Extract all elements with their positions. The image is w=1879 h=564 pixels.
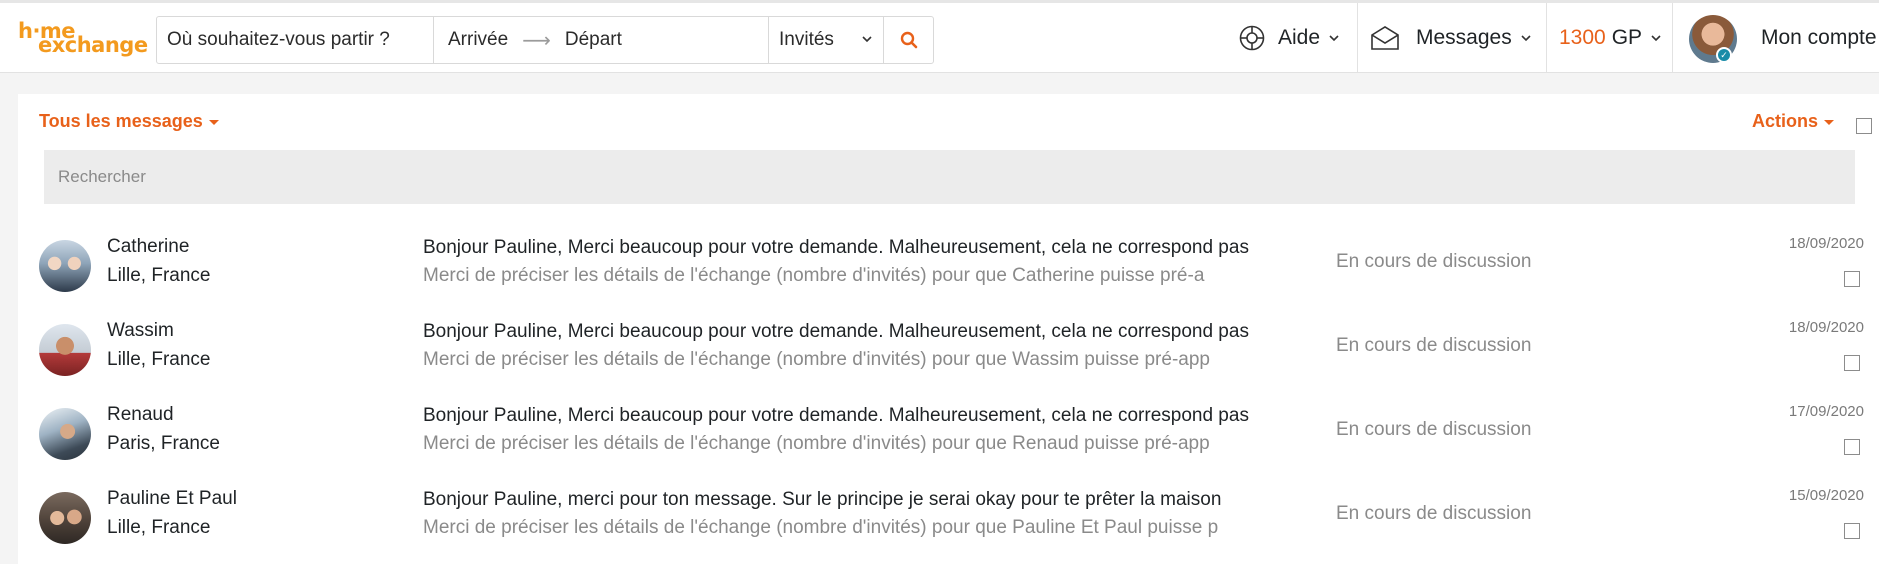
contact-name: Pauline Et Paul bbox=[107, 488, 237, 509]
caret-down-icon bbox=[1824, 119, 1835, 125]
message-note: Merci de préciser les détails de l'échan… bbox=[423, 265, 1205, 286]
help-menu[interactable]: Aide bbox=[1238, 3, 1340, 73]
row-checkbox[interactable] bbox=[1844, 271, 1860, 287]
messages-menu[interactable]: Messages bbox=[1370, 3, 1532, 73]
avatar bbox=[39, 492, 91, 544]
guest-points-menu[interactable]: 1300 GP bbox=[1559, 3, 1662, 73]
logo-line-2: exchange bbox=[38, 33, 148, 57]
select-all-checkbox[interactable] bbox=[1856, 118, 1872, 134]
status-badge: En cours de discussion bbox=[1336, 503, 1532, 524]
message-date: 17/09/2020 bbox=[1788, 403, 1864, 420]
guests-select[interactable]: Invités bbox=[769, 17, 884, 63]
message-date: 18/09/2020 bbox=[1788, 319, 1864, 336]
message-note: Merci de préciser les détails de l'échan… bbox=[423, 517, 1219, 538]
row-checkbox[interactable] bbox=[1844, 355, 1860, 371]
avatar bbox=[39, 324, 91, 376]
message-note: Merci de préciser les détails de l'échan… bbox=[423, 433, 1210, 454]
search-bar: Où souhaitez-vous partir ? Arrivée ⟶ Dép… bbox=[156, 16, 934, 64]
conversation-row[interactable]: Renaud Paris, France Bonjour Pauline, Me… bbox=[18, 392, 1879, 476]
message-preview: Bonjour Pauline, Merci beaucoup pour vot… bbox=[423, 321, 1249, 342]
contact-location: Lille, France bbox=[107, 517, 211, 538]
top-navigation-bar: h·me exchange Où souhaitez-vous partir ?… bbox=[0, 3, 1879, 73]
status-badge: En cours de discussion bbox=[1336, 251, 1532, 272]
lifebuoy-icon bbox=[1239, 25, 1265, 51]
avatar bbox=[39, 408, 91, 460]
message-preview: Bonjour Pauline, Merci beaucoup pour vot… bbox=[423, 405, 1249, 426]
guest-points-unit: GP bbox=[1611, 26, 1643, 49]
arrow-right-icon: ⟶ bbox=[522, 29, 551, 52]
row-checkbox[interactable] bbox=[1844, 523, 1860, 539]
help-label: Aide bbox=[1278, 26, 1321, 49]
arrival-label: Arrivée bbox=[448, 29, 509, 50]
guest-points-value: 1300 bbox=[1559, 26, 1606, 49]
chevron-down-icon bbox=[1521, 35, 1531, 42]
destination-placeholder: Où souhaitez-vous partir ? bbox=[167, 29, 390, 50]
message-search-input[interactable] bbox=[44, 150, 1855, 204]
departure-label: Départ bbox=[564, 29, 622, 50]
contact-name: Renaud bbox=[107, 404, 174, 425]
caret-down-icon bbox=[208, 119, 219, 125]
verified-badge-icon: ✓ bbox=[1716, 47, 1732, 63]
homeexchange-logo[interactable]: h·me exchange bbox=[18, 19, 148, 61]
envelope-icon bbox=[1371, 26, 1399, 50]
contact-location: Paris, France bbox=[107, 433, 220, 454]
message-date: 15/09/2020 bbox=[1788, 487, 1864, 504]
divider bbox=[1546, 3, 1547, 73]
conversation-row[interactable]: Pauline Et Paul Lille, France Bonjour Pa… bbox=[18, 476, 1879, 560]
status-badge: En cours de discussion bbox=[1336, 419, 1532, 440]
message-date: 18/09/2020 bbox=[1788, 235, 1864, 252]
search-button[interactable] bbox=[884, 17, 933, 63]
divider bbox=[1357, 3, 1358, 73]
actions-label: Actions bbox=[1752, 111, 1819, 131]
messages-panel: Tous les messages Actions Catherine Lill… bbox=[18, 94, 1879, 564]
message-filter-dropdown[interactable]: Tous les messages bbox=[39, 111, 219, 132]
status-badge: En cours de discussion bbox=[1336, 335, 1532, 356]
row-checkbox[interactable] bbox=[1844, 439, 1860, 455]
destination-field[interactable]: Où souhaitez-vous partir ? bbox=[157, 17, 434, 63]
message-note: Merci de préciser les détails de l'échan… bbox=[423, 349, 1210, 370]
message-preview: Bonjour Pauline, merci pour ton message.… bbox=[423, 489, 1222, 510]
avatar bbox=[39, 240, 91, 292]
contact-name: Wassim bbox=[107, 320, 174, 341]
account-menu[interactable]: Mon compte bbox=[1761, 3, 1877, 73]
actions-dropdown[interactable]: Actions bbox=[1752, 111, 1835, 132]
chevron-down-icon bbox=[862, 36, 872, 43]
messages-label: Messages bbox=[1416, 26, 1512, 49]
conversation-row[interactable]: Catherine Lille, France Bonjour Pauline,… bbox=[18, 224, 1879, 308]
contact-location: Lille, France bbox=[107, 349, 211, 370]
chevron-down-icon bbox=[1329, 35, 1339, 42]
dates-field[interactable]: Arrivée ⟶ Départ bbox=[434, 17, 769, 63]
search-icon bbox=[900, 31, 917, 49]
divider bbox=[1672, 3, 1673, 73]
account-label: Mon compte bbox=[1761, 26, 1877, 49]
contact-name: Catherine bbox=[107, 236, 190, 257]
guests-label: Invités bbox=[779, 29, 834, 50]
contact-location: Lille, France bbox=[107, 265, 211, 286]
filter-label: Tous les messages bbox=[39, 111, 203, 131]
conversation-row[interactable]: Wassim Lille, France Bonjour Pauline, Me… bbox=[18, 308, 1879, 392]
chevron-down-icon bbox=[1651, 35, 1661, 42]
message-preview: Bonjour Pauline, Merci beaucoup pour vot… bbox=[423, 237, 1249, 258]
